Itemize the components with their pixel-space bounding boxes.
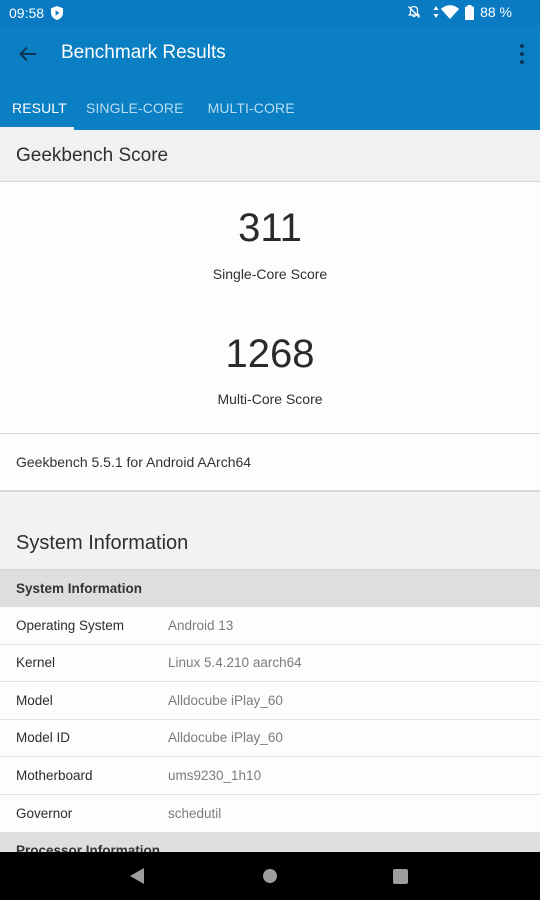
info-key: Operating System — [16, 617, 125, 633]
more-vert-icon-dot — [520, 44, 524, 48]
system-information-title: System Information — [0, 492, 540, 570]
info-row-kernel: Kernel Linux 5.4.210 aarch64 — [0, 644, 540, 682]
info-row-model-id: Model ID Alldocube iPlay_60 — [0, 719, 540, 757]
info-value: Linux 5.4.210 aarch64 — [168, 655, 302, 671]
info-key: Model — [16, 692, 53, 708]
status-bar: 09:58 88 % — [0, 0, 540, 26]
info-row-operating-system: Operating System Android 13 — [0, 607, 540, 645]
more-vert-icon-dot — [520, 60, 524, 64]
arrow-left-icon — [19, 46, 36, 62]
info-row-model: Model Alldocube iPlay_60 — [0, 682, 540, 720]
info-key: Kernel — [16, 655, 56, 671]
system-nav-bar — [0, 852, 540, 900]
data-arrows-icon — [433, 6, 439, 18]
battery-percent: 88 % — [480, 4, 512, 20]
results-scroll-view[interactable]: Geekbench Score 311 Single-Core Score 12… — [0, 130, 540, 852]
page-title: Benchmark Results — [61, 42, 226, 63]
single-core-score-value: 311 — [238, 206, 302, 250]
info-value: schedutil — [168, 805, 222, 821]
processor-information-group-header: Processor Information — [0, 832, 540, 852]
more-options-button[interactable] — [516, 40, 528, 68]
tab-single-core[interactable]: SINGLE-CORE — [74, 86, 196, 130]
info-row-motherboard: Motherboard ums9230_1h10 — [0, 757, 540, 795]
wifi-icon — [441, 5, 460, 19]
more-vert-icon-dot — [520, 52, 524, 56]
geekbench-score-header: Geekbench Score — [0, 130, 540, 182]
nav-back-icon[interactable] — [130, 868, 144, 884]
battery-icon — [465, 4, 475, 20]
info-row-governor: Governor schedutil — [0, 794, 540, 832]
tab-bar: RESULT SINGLE-CORE MULTI-CORE — [0, 86, 307, 130]
shield-play-icon — [51, 6, 63, 20]
info-value: Android 13 — [168, 617, 234, 633]
nav-recents-icon[interactable] — [393, 869, 408, 884]
notifications-off-icon — [408, 5, 421, 18]
info-key: Governor — [16, 805, 73, 821]
info-key: Model ID — [16, 730, 71, 746]
multi-core-score-label: Multi-Core Score — [217, 391, 323, 407]
score-card: 311 Single-Core Score 1268 Multi-Core Sc… — [0, 182, 540, 434]
geekbench-version: Geekbench 5.5.1 for Android AArch64 — [0, 434, 540, 492]
info-value: Alldocube iPlay_60 — [168, 730, 283, 746]
tab-multi-core[interactable]: MULTI-CORE — [196, 86, 307, 130]
tab-result[interactable]: RESULT — [0, 86, 74, 130]
status-time: 09:58 — [9, 5, 45, 21]
nav-home-icon[interactable] — [263, 869, 277, 883]
app-bar: Benchmark Results RESULT SINGLE-CORE MUL… — [0, 26, 540, 130]
info-value: Alldocube iPlay_60 — [168, 692, 283, 708]
back-button[interactable] — [14, 40, 42, 68]
info-value: ums9230_1h10 — [168, 767, 262, 783]
multi-core-score-value: 1268 — [225, 332, 315, 376]
single-core-score-label: Single-Core Score — [212, 266, 328, 282]
system-information-group-header: System Information — [0, 570, 540, 607]
info-key: Motherboard — [16, 767, 93, 783]
status-icons: 88 % — [407, 4, 512, 20]
